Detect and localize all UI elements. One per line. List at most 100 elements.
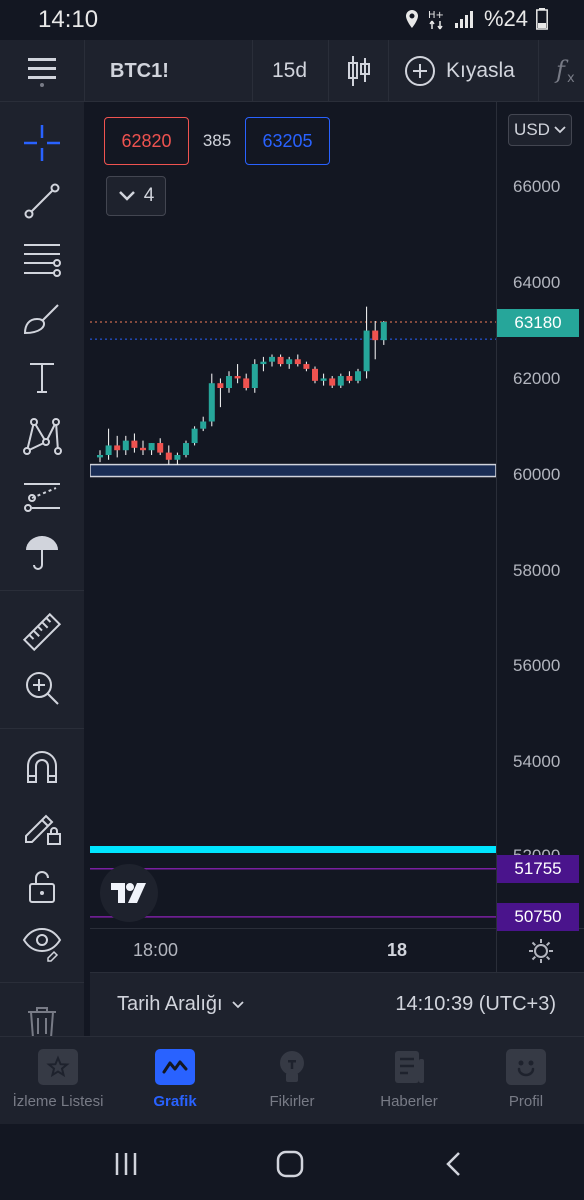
time-tick: 18	[387, 940, 408, 960]
support-zone	[90, 463, 497, 478]
chart-type-button[interactable]	[346, 40, 372, 102]
ask-price-button[interactable]: 63205	[245, 117, 330, 165]
candle-body	[277, 356, 284, 365]
status-icons: H+ %24	[404, 6, 548, 32]
nav-ideas[interactable]: Fikirler	[234, 1049, 350, 1110]
candle-body	[105, 445, 112, 455]
eye-icon[interactable]	[18, 918, 66, 966]
candle-body	[294, 359, 301, 365]
candle-body	[174, 455, 181, 460]
svg-text:H+: H+	[428, 10, 444, 21]
nav-label: Fikirler	[269, 1093, 315, 1110]
home-button[interactable]	[270, 1144, 310, 1184]
news-icon	[389, 1049, 429, 1085]
chevron-down-icon	[554, 126, 566, 134]
price-tick: 60000	[513, 465, 561, 484]
location-icon	[405, 10, 418, 28]
spread-value: 385	[202, 131, 232, 150]
candle-body	[217, 383, 224, 388]
indicators-button[interactable]: fx	[554, 40, 584, 102]
currency-button[interactable]: USD	[508, 114, 572, 146]
crosshair-icon[interactable]	[18, 119, 66, 167]
nav-label: Profil	[508, 1093, 544, 1110]
long-position-icon[interactable]	[18, 528, 66, 576]
nav-news[interactable]: Haberler	[351, 1049, 467, 1110]
price-tick: 62000	[513, 369, 561, 388]
nav-label: Grafik	[153, 1093, 197, 1110]
signal-icon	[454, 11, 473, 28]
zoom-in-icon[interactable]	[18, 664, 66, 712]
hamburger-icon	[28, 58, 56, 87]
date-range-label: Tarih Aralığı	[117, 993, 223, 1015]
info-bar: Tarih Aralığı 14:10:39 (UTC+3)	[90, 972, 584, 1036]
back-button[interactable]	[434, 1144, 474, 1184]
horizontal-line-cyan	[90, 846, 496, 853]
menu-button[interactable]	[26, 40, 58, 102]
prediction-icon[interactable]	[18, 470, 66, 518]
symbol-button[interactable]: BTC1!	[110, 40, 169, 102]
drawing-toolbar	[0, 102, 84, 1039]
nav-watchlist[interactable]: İzleme Listesi	[0, 1049, 116, 1110]
chart-icon	[155, 1049, 195, 1085]
bid-price-button[interactable]: 62820	[104, 117, 189, 165]
price-tick: 64000	[513, 273, 561, 292]
price-chart[interactable]	[90, 102, 584, 972]
pattern-icon[interactable]	[18, 412, 66, 460]
recent-apps-button[interactable]	[106, 1144, 146, 1184]
nav-profile[interactable]: Profil	[468, 1049, 584, 1110]
candle-body	[355, 371, 361, 381]
back-icon	[446, 1152, 460, 1176]
status-time: 14:10	[38, 6, 99, 33]
clock-timezone[interactable]: 14:10:39 (UTC+3)	[395, 993, 556, 1016]
price-tick: 66000	[513, 177, 561, 196]
unlock-icon[interactable]	[18, 862, 66, 910]
date-range-button[interactable]: Tarih Aralığı	[117, 993, 245, 1016]
candle-body	[286, 359, 293, 365]
candle-body	[226, 376, 232, 388]
chevron-down-icon	[118, 191, 135, 201]
price-tick: 58000	[513, 561, 561, 580]
lock-drawing-icon[interactable]	[18, 802, 66, 850]
compare-button[interactable]: Kıyasla	[404, 40, 515, 102]
candle-body	[165, 452, 172, 460]
currency-label: USD	[514, 120, 550, 139]
time-tick: 18:00	[133, 940, 179, 960]
bottom-navigation: İzleme Listesi Grafik Fikirler Haberler …	[0, 1036, 584, 1124]
fib-retracement-icon[interactable]	[18, 235, 66, 283]
candle-body	[122, 440, 129, 451]
ruler-icon[interactable]	[18, 608, 66, 656]
tradingview-logo	[100, 864, 158, 922]
candle-body	[380, 321, 387, 341]
level-badge: 50750	[497, 903, 579, 931]
candle-body	[200, 421, 207, 429]
nav-label: Haberler	[380, 1093, 438, 1110]
brush-icon[interactable]	[18, 295, 66, 343]
interval-button[interactable]: 15d	[272, 40, 307, 102]
system-navigation	[0, 1124, 584, 1200]
candle-body	[320, 378, 327, 381]
indicator-toggle-button[interactable]: 4	[106, 176, 166, 216]
plus-circle-icon	[405, 56, 435, 86]
nav-chart[interactable]: Grafik	[117, 1049, 233, 1110]
candle-body	[131, 440, 138, 448]
candle-body	[269, 356, 275, 362]
price-tick: 54000	[513, 752, 561, 771]
compare-label: Kıyasla	[446, 59, 515, 82]
candle-body	[337, 376, 344, 386]
candles-icon	[348, 56, 370, 86]
candle-body	[346, 376, 353, 381]
chevron-down-icon	[231, 1001, 244, 1009]
trend-line-icon[interactable]	[18, 177, 66, 225]
candle-body	[148, 443, 155, 451]
network-h-plus-icon: H+	[428, 10, 444, 30]
indicator-count: 4	[143, 185, 155, 206]
magnet-icon[interactable]	[18, 744, 66, 792]
gear-icon	[529, 939, 553, 963]
text-tool-icon[interactable]	[18, 354, 66, 402]
bulb-icon	[272, 1049, 312, 1085]
candle-body	[251, 364, 258, 388]
chart-pane[interactable]	[90, 102, 584, 972]
candle-body	[234, 376, 241, 379]
chart-settings-button[interactable]	[528, 938, 554, 969]
candle-body	[372, 330, 379, 341]
